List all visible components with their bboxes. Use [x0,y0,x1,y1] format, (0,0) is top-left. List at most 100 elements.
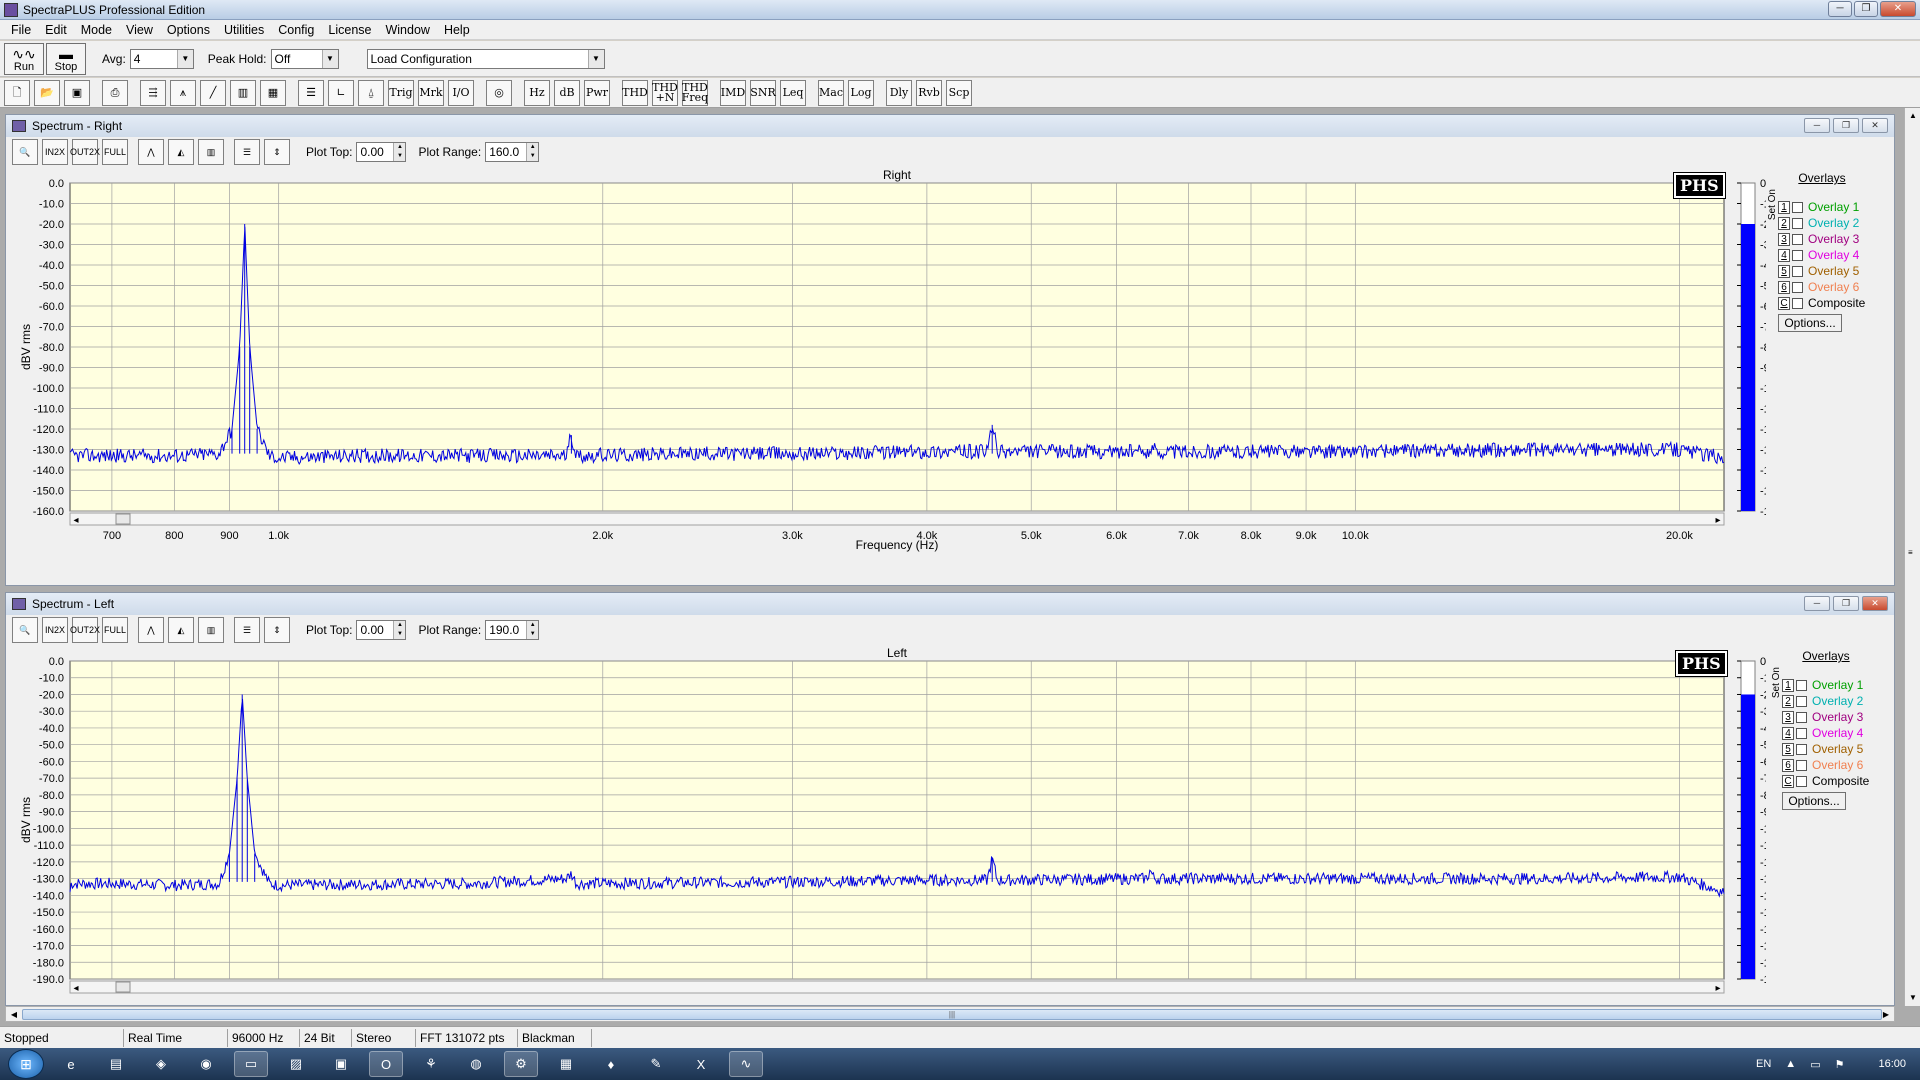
overlay-checkbox[interactable] [1792,249,1803,261]
overlay-set-button[interactable]: C [1778,296,1790,310]
clock[interactable]: 16:00 [1878,1058,1906,1070]
opera-icon[interactable]: O [369,1051,403,1077]
firefox-icon[interactable]: ◍ [459,1051,493,1077]
peak-hold-select[interactable]: Off ▼ [270,48,339,69]
tray-arrow-icon[interactable]: ▲ [1785,1058,1796,1070]
imd-button[interactable]: IMD [720,79,746,106]
overlay-set-button[interactable]: 4 [1778,248,1790,262]
scroll-thumb[interactable]: ||| [22,1009,1882,1020]
options-button[interactable]: Options... [1778,314,1842,332]
explorer-icon[interactable]: ▭ [234,1051,268,1077]
phase-view-icon[interactable]: ⍙ [358,79,384,106]
menu-view[interactable]: View [119,23,160,37]
pwr-button[interactable]: Pwr [584,79,610,106]
menu-window[interactable]: Window [378,23,436,37]
scroll-up-icon[interactable]: ▲ [1906,109,1920,123]
spinner-icon[interactable]: ▲ ▼ [526,621,539,639]
overlay-set-button[interactable]: 6 [1782,758,1794,772]
chevron-down-icon[interactable]: ▼ [321,49,338,68]
options-button[interactable]: Options... [1782,792,1846,810]
network-icon[interactable]: ▭ [1810,1058,1820,1071]
overlay-set-button[interactable]: 1 [1778,200,1790,214]
overlay-checkbox[interactable] [1796,759,1807,771]
zoom-full-icon[interactable]: FULL [102,617,128,643]
overlay-set-button[interactable]: 2 [1782,694,1794,708]
table-view-icon[interactable]: ☰ [298,79,324,106]
area-style-icon[interactable]: ◭ [168,617,194,643]
minimize-button[interactable]: ─ [1804,596,1830,611]
overlay-checkbox[interactable] [1796,727,1807,739]
scale-icon[interactable]: ⇕ [264,617,290,643]
snr-button[interactable]: SNR [750,79,776,106]
app-icon[interactable]: ⚘ [414,1051,448,1077]
picture-icon[interactable]: ▨ [279,1051,313,1077]
spectrum-fft-icon[interactable]: ⩚ [170,79,196,106]
overlay-arrows-icon[interactable]: ⇶ [140,79,166,106]
zoom-icon[interactable]: 🔍 [12,139,38,165]
io-button[interactable]: I/O [448,79,474,106]
overlay-checkbox[interactable] [1796,711,1807,723]
menu-license[interactable]: License [321,23,378,37]
restore-button[interactable]: ❐ [1833,118,1859,133]
menu-config[interactable]: Config [271,23,321,37]
overlay-checkbox[interactable] [1792,217,1803,229]
mrk-button[interactable]: Mrk [418,79,444,106]
overlay-set-button[interactable]: 3 [1778,232,1790,246]
zoom-in-2x-icon[interactable]: IN2X [42,617,68,643]
plot-top-input[interactable]: 0.00 ▲ ▼ [356,620,407,640]
overlay-checkbox[interactable] [1796,679,1807,691]
bar-style-icon[interactable]: ▥ [198,617,224,643]
print-icon[interactable]: ⎙ [102,79,128,106]
save-icon[interactable]: ▣ [64,79,90,106]
overlay-set-button[interactable]: 4 [1782,726,1794,740]
configuration-select[interactable]: Load Configuration ▼ [366,48,605,69]
map-pin-icon[interactable]: ♦ [594,1051,628,1077]
scroll-right-icon[interactable]: ▶ [1879,1008,1893,1021]
line-style-icon[interactable]: ⋀ [138,617,164,643]
overlay-set-button[interactable]: 6 [1778,280,1790,294]
list-view-icon[interactable]: ☰ [234,139,260,165]
app-icon[interactable]: ▣ [324,1051,358,1077]
app-icon[interactable]: ▦ [549,1051,583,1077]
overlay-checkbox[interactable] [1792,297,1803,309]
menu-edit[interactable]: Edit [38,23,74,37]
db-button[interactable]: dB [554,79,580,106]
new-doc-icon[interactable]: 🗋 [4,79,30,106]
overlay-set-button[interactable]: 1 [1782,678,1794,692]
spectrogram-icon[interactable]: ▥ [230,79,256,106]
chrome-icon[interactable]: ◉ [189,1051,223,1077]
close-button[interactable]: ✕ [1880,1,1916,17]
scroll-left-icon[interactable]: ◀ [7,1008,21,1021]
menu-utilities[interactable]: Utilities [217,23,271,37]
thdn-button[interactable]: THD +N [652,79,678,106]
network-icon[interactable]: ⚙ [504,1051,538,1077]
zoom-out-2x-icon[interactable]: OUT2X [70,617,100,643]
excel-icon[interactable]: X [684,1051,718,1077]
app-icon[interactable]: ▤ [99,1051,133,1077]
axis-view-icon[interactable]: ∟ [328,79,354,106]
plot-range-input[interactable]: 160.0 ▲ ▼ [485,142,540,162]
overlay-checkbox[interactable] [1792,265,1803,277]
scale-icon[interactable]: ⇕ [264,139,290,165]
3d-surface-icon[interactable]: ▦ [260,79,286,106]
hz-button[interactable]: Hz [524,79,550,106]
scp-button[interactable]: Scp [946,79,972,106]
close-button[interactable]: ✕ [1862,596,1888,611]
minimize-button[interactable]: ─ [1828,1,1852,17]
spinner-icon[interactable]: ▲ ▼ [393,143,406,161]
run-button[interactable]: ∿∿ Run [4,42,44,75]
leq-button[interactable]: Leq [780,79,806,106]
mac-button[interactable]: Mac [818,79,844,106]
bar-style-icon[interactable]: ▥ [198,139,224,165]
spectrum-chart[interactable]: Right 0.0 -10.0 -20.0 -30.0 -40.0 -50.0 -60.0 -7… [6,167,1766,585]
rvb-button[interactable]: Rvb [916,79,942,106]
thd-button[interactable]: THD [622,79,648,106]
overlay-checkbox[interactable] [1796,775,1807,787]
overlay-set-button[interactable]: 5 [1778,264,1790,278]
menu-file[interactable]: File [4,23,38,37]
menu-options[interactable]: Options [160,23,217,37]
vertical-scrollbar[interactable]: ▲ ≡ ▼ [1904,108,1920,1006]
spinner-icon[interactable]: ▲ ▼ [526,143,539,161]
app-icon[interactable]: ✎ [639,1051,673,1077]
zoom-full-icon[interactable]: FULL [102,139,128,165]
